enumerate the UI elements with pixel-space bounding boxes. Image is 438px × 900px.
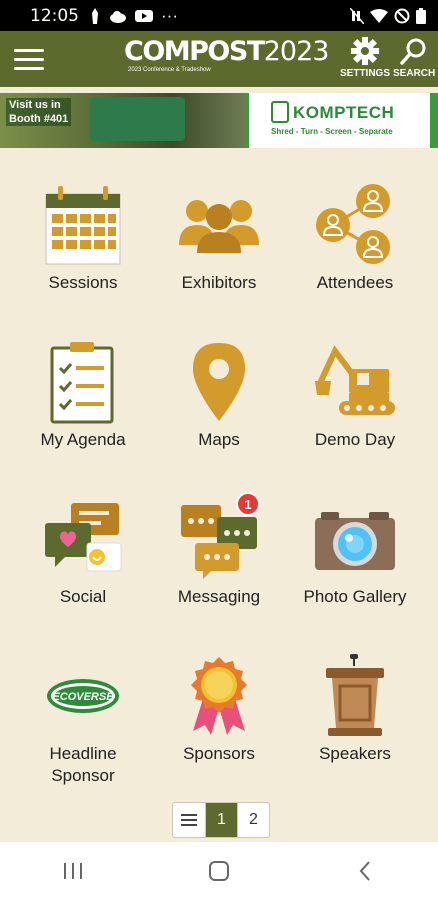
back-icon [359, 861, 370, 881]
hamburger-line [14, 57, 44, 61]
tile-label: Social [59, 587, 107, 606]
brand-title: COMPOST2023 [124, 36, 330, 67]
tile-maps[interactable]: Maps [146, 337, 292, 487]
tile-sessions[interactable]: Sessions [10, 180, 156, 330]
tile-label-line2: Sponsor [51, 766, 115, 785]
home-icon [209, 861, 229, 881]
tile-label: Headline Sponsor [49, 743, 116, 787]
recent-apps-icon [64, 863, 82, 879]
notification-icon [92, 7, 98, 24]
checklist-icon [50, 342, 114, 424]
battery-icon [416, 7, 426, 24]
home-button[interactable] [189, 851, 249, 891]
map-pin-icon [193, 343, 245, 421]
ribbon-icon [191, 657, 247, 735]
ecoverse-logo: ECOVERSE [47, 679, 119, 713]
tile-label: Messaging [177, 587, 261, 606]
hamburger-line [14, 66, 44, 70]
sponsor-banner[interactable]: Visit us in Booth #401 KOMPTECH Shred - … [0, 93, 438, 148]
banner-visit-line1: Visit us in [9, 99, 61, 111]
settings-button[interactable]: SETTINGS [340, 36, 390, 79]
brand-name: COMPOST [124, 36, 265, 67]
podium-icon [326, 654, 384, 736]
messaging-badge: 1 [236, 492, 260, 516]
search-icon [400, 38, 426, 65]
page-1-button[interactable]: 1 [205, 803, 237, 837]
tile-exhibitors[interactable]: Exhibitors [146, 180, 292, 330]
recent-apps-button[interactable] [43, 851, 103, 891]
mute-icon [350, 7, 364, 24]
tile-label: My Agenda [40, 430, 126, 449]
camera-icon [315, 512, 395, 570]
youtube-icon [135, 9, 153, 22]
banner-visit-text: Visit us in Booth #401 [6, 98, 72, 126]
search-button[interactable]: SEARCH [393, 36, 435, 79]
status-right-icons [350, 7, 426, 24]
network-icon [316, 184, 390, 264]
banner-machine-image [90, 97, 185, 141]
status-time: 12:05 [30, 5, 79, 26]
cloud-icon [110, 10, 126, 23]
excavator-icon [315, 345, 395, 415]
status-more: ··· [161, 5, 178, 25]
brand-year: 2023 [263, 36, 330, 67]
tile-social[interactable]: Social [10, 494, 156, 644]
status-left-icons: ··· [89, 6, 178, 26]
banner-tagline: Shred - Turn - Screen - Separate [271, 127, 393, 136]
tile-speakers[interactable]: Speakers [282, 651, 428, 801]
hamburger-menu-button[interactable] [0, 31, 58, 87]
settings-label: SETTINGS [340, 68, 391, 79]
list-icon [181, 814, 197, 826]
tile-label: Speakers [319, 744, 391, 763]
system-nav-bar [0, 842, 438, 900]
tile-messaging[interactable]: 1 Messaging [146, 492, 292, 644]
app-header: COMPOST2023 2023 Conference & Tradeshow … [0, 31, 438, 87]
page-2-button[interactable]: 2 [237, 803, 269, 837]
tile-label-line1: Headline [49, 744, 117, 763]
back-button[interactable] [335, 851, 395, 891]
chat-heart-icon [45, 503, 122, 572]
do-not-disturb-icon [394, 8, 410, 23]
banner-visit-line2: Booth #401 [9, 113, 69, 125]
hamburger-icon [14, 48, 44, 52]
tile-label: Sessions [48, 273, 118, 292]
banner-photo: Visit us in Booth #401 [0, 93, 246, 148]
tile-attendees[interactable]: Attendees [282, 180, 428, 330]
tile-label: Maps [198, 430, 240, 449]
brand-subtitle: 2023 Conference & Tradeshow [128, 67, 211, 73]
tile-photo-gallery[interactable]: Photo Gallery [282, 494, 428, 644]
list-view-button[interactable] [173, 803, 205, 837]
gear-icon [351, 37, 379, 65]
tile-label: Attendees [316, 273, 394, 292]
banner-logo-area: KOMPTECH Shred - Turn - Screen - Separat… [246, 93, 438, 148]
calendar-icon [45, 186, 121, 265]
status-bar: 12:05 ··· [0, 0, 438, 31]
tile-my-agenda[interactable]: My Agenda [10, 337, 156, 487]
tile-label: Demo Day [314, 430, 396, 449]
tile-sponsors[interactable]: Sponsors [146, 651, 292, 801]
brand-logo: COMPOST2023 2023 Conference & Tradeshow [124, 36, 330, 74]
tile-label: Exhibitors [181, 273, 257, 292]
tile-headline-sponsor[interactable]: ECOVERSE Headline Sponsor [10, 651, 156, 801]
komptech-logo-icon [271, 101, 289, 123]
group-icon [179, 200, 259, 253]
banner-company: KOMPTECH [293, 103, 395, 122]
tile-demo-day[interactable]: Demo Day [282, 337, 428, 487]
page-selector: 1 2 [172, 802, 270, 838]
tile-label: Sponsors [183, 744, 255, 763]
banner-stripe [430, 93, 438, 148]
search-label: SEARCH [393, 68, 436, 79]
ecoverse-logo-text: ECOVERSE [52, 691, 114, 703]
tile-label: Photo Gallery [303, 587, 407, 606]
wifi-icon [370, 8, 388, 23]
